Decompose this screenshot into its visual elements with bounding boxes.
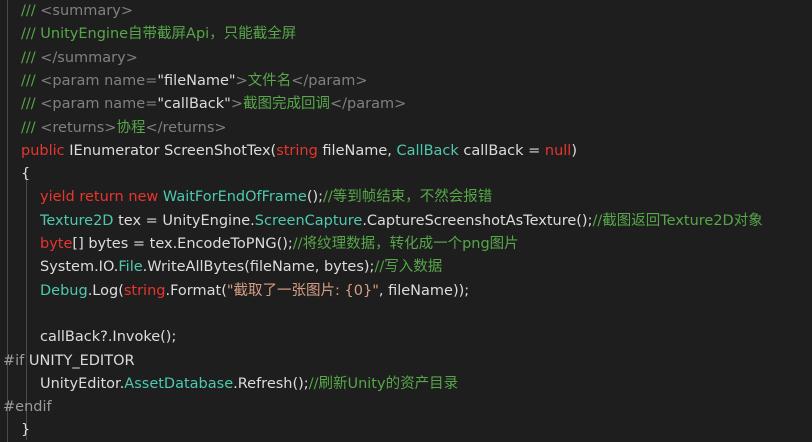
code-token: #if [3, 352, 25, 369]
code-token: callBack = [458, 142, 545, 159]
code-token: > [230, 96, 243, 113]
code-token: </summary> [40, 49, 138, 66]
code-token: <param name= [40, 96, 158, 113]
code-line[interactable]: yield return new WaitForEndOfFrame();//等… [0, 186, 812, 208]
code-token: .Refresh(); [233, 375, 309, 392]
code-token: //将纹理数据，转化成一个png图片 [292, 236, 519, 252]
code-token: , fileName)); [378, 282, 470, 299]
code-line[interactable]: } [0, 419, 812, 441]
code-line[interactable]: /// UnityEngine自带截屏Api，只能截全屏 [0, 23, 812, 45]
code-token: #endif [3, 399, 52, 416]
code-token: <summary> [40, 3, 133, 19]
code-token: /// [21, 3, 41, 19]
code-token: string [123, 282, 166, 299]
code-editor[interactable]: /// <summary> /// UnityEngine自带截屏Api，只能截全… [0, 0, 812, 442]
code-line[interactable]: /// <returns>协程</returns> [0, 117, 812, 139]
code-token: > [235, 72, 248, 89]
code-token: UNITY_EDITOR [24, 352, 135, 369]
code-token: System.IO. [40, 259, 119, 276]
code-token: null [544, 142, 572, 159]
code-token: /// [21, 72, 41, 89]
code-token: WaitForEndOfFrame [162, 189, 307, 206]
code-line[interactable]: callBack?.Invoke(); [0, 326, 812, 348]
code-token: /// [21, 49, 41, 66]
code-line[interactable]: #endif [0, 396, 812, 418]
code-line[interactable]: System.IO.File.WriteAllBytes(fileName, b… [0, 256, 812, 278]
code-token: </returns> [145, 119, 227, 136]
code-token: //等到帧结束，不然会报错 [323, 189, 493, 206]
code-token: /// [21, 96, 41, 113]
code-token: //截图返回Texture2D对象 [592, 212, 763, 229]
code-token: File [118, 259, 143, 276]
code-line[interactable]: /// <param name="fileName">文件名</param> [0, 70, 812, 92]
code-line[interactable]: /// <summary> [0, 0, 812, 22]
code-line[interactable]: { [0, 163, 812, 185]
code-line[interactable]: public IEnumerator ScreenShotTex(string … [0, 140, 812, 162]
code-token: 文件名 [247, 72, 292, 89]
code-line[interactable]: #if UNITY_EDITOR [0, 350, 812, 372]
code-token: /// UnityEngine自带截屏Api，只能截全屏 [21, 26, 297, 43]
code-line[interactable]: Debug.Log(string.Format("截取了一张图片: {0}", … [0, 280, 812, 302]
code-token: 截图完成回调 [242, 96, 330, 113]
code-token: .Format( [165, 282, 227, 299]
code-token: <returns> [40, 119, 117, 136]
code-token: string [276, 142, 318, 159]
code-token: <param name= [40, 72, 158, 89]
code-token: { [21, 166, 31, 183]
code-line[interactable]: /// <param name="callBack">截图完成回调</param… [0, 93, 812, 115]
code-line[interactable]: byte[] bytes = tex.EncodeToPNG();//将纹理数据… [0, 233, 812, 255]
code-token: callBack?.Invoke(); [40, 329, 177, 346]
code-token: Debug [40, 282, 88, 299]
code-token: ScreenCapture [254, 212, 363, 229]
code-token: //写入数据 [374, 259, 443, 276]
code-token: byte [40, 236, 73, 252]
code-token: yield return new [40, 189, 163, 206]
code-line[interactable]: Texture2D tex = UnityEngine.ScreenCaptur… [0, 210, 812, 232]
code-token: Texture2D [40, 212, 114, 229]
code-token: .CaptureScreenshotAsTexture(); [362, 212, 593, 229]
code-token: } [21, 422, 31, 439]
code-token: public [21, 142, 70, 159]
code-token: /// [21, 119, 41, 136]
code-token: .Log( [87, 282, 124, 299]
code-token: ) [571, 142, 577, 159]
code-token: fileName, [317, 142, 397, 159]
code-token: "截取了一张图片: {0}" [226, 282, 379, 299]
code-token: "fileName" [157, 72, 236, 89]
code-line[interactable] [0, 303, 812, 325]
code-line[interactable]: UnityEditor.AssetDatabase.Refresh();//刷新… [0, 373, 812, 395]
code-line[interactable]: /// </summary> [0, 47, 812, 69]
code-token: 协程 [116, 119, 146, 136]
code-token: CallBack [396, 142, 459, 159]
code-token: "callBack" [157, 96, 231, 113]
code-token: AssetDatabase [124, 375, 234, 392]
code-token: (); [306, 189, 324, 206]
code-token: [] bytes = tex.EncodeToPNG(); [72, 236, 293, 252]
code-token: //刷新Unity的资产目录 [308, 375, 459, 392]
code-token: .WriteAllBytes(fileName, bytes); [142, 259, 375, 276]
code-token: UnityEditor. [40, 375, 125, 392]
code-token: </param> [329, 96, 407, 113]
code-token: IEnumerator ScreenShotTex( [69, 142, 277, 159]
code-token: tex = UnityEngine. [113, 212, 255, 229]
code-token: </param> [291, 72, 368, 89]
